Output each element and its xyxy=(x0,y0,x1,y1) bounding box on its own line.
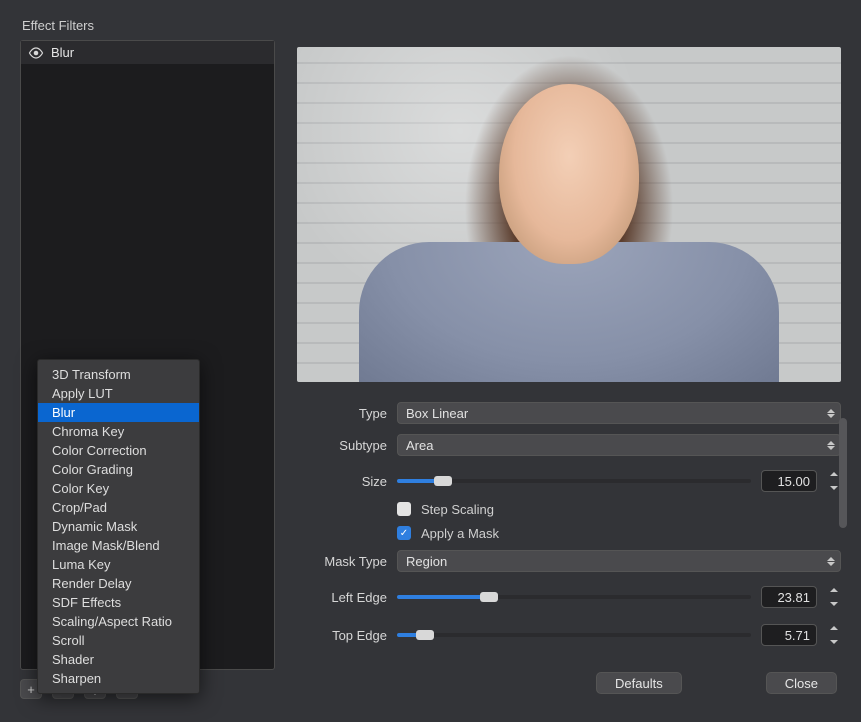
size-slider[interactable] xyxy=(397,470,751,492)
size-input[interactable]: 15.00 xyxy=(761,470,817,492)
menu-item-color-key[interactable]: Color Key xyxy=(38,479,199,498)
top-edge-input[interactable]: 5.71 xyxy=(761,624,817,646)
preview-pane xyxy=(297,47,841,382)
menu-item-sharpen[interactable]: Sharpen xyxy=(38,669,199,688)
stepper-icon xyxy=(824,552,838,570)
label-top-edge: Top Edge xyxy=(297,628,387,643)
filter-row-blur[interactable]: Blur xyxy=(21,41,274,64)
close-button[interactable]: Close xyxy=(766,672,837,694)
type-value: Box Linear xyxy=(406,406,468,421)
label-subtype: Subtype xyxy=(297,438,387,453)
label-apply-mask: Apply a Mask xyxy=(421,526,499,541)
mask-type-dropdown[interactable]: Region xyxy=(397,550,841,572)
subtype-dropdown[interactable]: Area xyxy=(397,434,841,456)
apply-mask-checkbox[interactable]: ✓ xyxy=(397,526,411,540)
menu-item-chroma-key[interactable]: Chroma Key xyxy=(38,422,199,441)
menu-item-color-grading[interactable]: Color Grading xyxy=(38,460,199,479)
menu-item-color-correction[interactable]: Color Correction xyxy=(38,441,199,460)
scrollbar-thumb[interactable] xyxy=(839,418,847,528)
top-edge-slider[interactable] xyxy=(397,624,751,646)
menu-item-shader[interactable]: Shader xyxy=(38,650,199,669)
panel-title: Effect Filters xyxy=(22,18,94,33)
filter-properties: Type Box Linear Subtype Area Size 15.00 … xyxy=(297,397,841,651)
type-dropdown[interactable]: Box Linear xyxy=(397,402,841,424)
menu-item-sdf-effects[interactable]: SDF Effects xyxy=(38,593,199,612)
label-mask-type: Mask Type xyxy=(297,554,387,569)
step-scaling-checkbox[interactable] xyxy=(397,502,411,516)
add-filter-menu[interactable]: 3D TransformApply LUTBlurChroma KeyColor… xyxy=(37,359,200,694)
menu-item-scaling-aspect-ratio[interactable]: Scaling/Aspect Ratio xyxy=(38,612,199,631)
stepper-icon xyxy=(824,404,838,422)
defaults-button[interactable]: Defaults xyxy=(596,672,682,694)
menu-item-luma-key[interactable]: Luma Key xyxy=(38,555,199,574)
label-left-edge: Left Edge xyxy=(297,590,387,605)
props-scrollbar[interactable] xyxy=(839,418,847,634)
menu-item-scroll[interactable]: Scroll xyxy=(38,631,199,650)
eye-icon[interactable] xyxy=(27,46,45,60)
menu-item-render-delay[interactable]: Render Delay xyxy=(38,574,199,593)
label-type: Type xyxy=(297,406,387,421)
label-size: Size xyxy=(297,474,387,489)
left-edge-input[interactable]: 23.81 xyxy=(761,586,817,608)
stepper-icon xyxy=(824,436,838,454)
menu-item-apply-lut[interactable]: Apply LUT xyxy=(38,384,199,403)
menu-item-3d-transform[interactable]: 3D Transform xyxy=(38,365,199,384)
menu-item-dynamic-mask[interactable]: Dynamic Mask xyxy=(38,517,199,536)
mask-type-value: Region xyxy=(406,554,447,569)
label-step-scaling: Step Scaling xyxy=(421,502,494,517)
left-edge-slider[interactable] xyxy=(397,586,751,608)
menu-item-image-mask-blend[interactable]: Image Mask/Blend xyxy=(38,536,199,555)
subtype-value: Area xyxy=(406,438,433,453)
filter-row-label: Blur xyxy=(51,45,74,60)
menu-item-blur[interactable]: Blur xyxy=(38,403,199,422)
menu-item-crop-pad[interactable]: Crop/Pad xyxy=(38,498,199,517)
plus-icon: + xyxy=(27,682,35,697)
